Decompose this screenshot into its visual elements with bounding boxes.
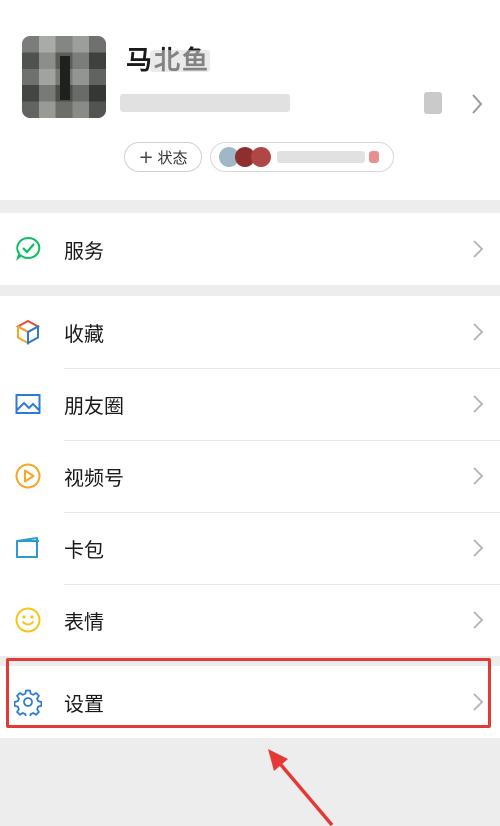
avatar-figure <box>60 56 70 100</box>
chevron-right-icon <box>473 323 484 341</box>
main-menu-section: 收藏 朋友圈 视频号 卡包 表情 <box>0 296 500 656</box>
wechat-pay-icon <box>14 235 42 263</box>
service-section: 服务 <box>0 213 500 285</box>
menu-item-label: 卡包 <box>64 537 104 562</box>
smiley-icon <box>14 606 42 634</box>
menu-item-favorites[interactable]: 收藏 <box>0 296 500 368</box>
menu-item-channels[interactable]: 视频号 <box>0 440 500 512</box>
menu-item-label: 表情 <box>64 609 104 634</box>
menu-item-stickers[interactable]: 表情 <box>0 584 500 656</box>
menu-item-service[interactable]: 服务 <box>0 213 500 285</box>
chevron-right-icon <box>473 240 484 258</box>
play-circle-icon <box>14 462 42 490</box>
menu-item-label: 收藏 <box>64 321 104 346</box>
chevron-right-icon <box>473 467 484 485</box>
wallet-icon <box>14 534 42 562</box>
menu-item-moments[interactable]: 朋友圈 <box>0 368 500 440</box>
pixelated-wechat-id <box>120 94 290 112</box>
image-icon <box>14 390 42 418</box>
avatar[interactable] <box>22 36 106 118</box>
settings-highlight-box <box>6 658 491 728</box>
menu-item-label: 视频号 <box>64 465 124 490</box>
pixelated-friend-badge <box>369 151 379 163</box>
pixelated-qr-code <box>424 92 442 114</box>
chevron-right-icon <box>473 395 484 413</box>
chevron-right-icon <box>473 539 484 557</box>
annotation-arrow-icon <box>268 749 334 826</box>
menu-item-cards[interactable]: 卡包 <box>0 512 500 584</box>
status-button-label: 状态 <box>157 148 188 167</box>
menu-item-label: 服务 <box>64 238 104 263</box>
add-status-button[interactable]: + 状态 <box>124 142 202 172</box>
chevron-right-icon[interactable] <box>470 92 484 116</box>
friends-status-pill[interactable] <box>210 142 394 172</box>
chevron-right-icon <box>473 611 484 629</box>
pixelated-nickname-blur <box>150 50 210 72</box>
friend-avatar <box>251 147 271 167</box>
profile-header[interactable]: 马北鱼 + 状态 <box>0 0 500 200</box>
cube-icon <box>14 318 42 346</box>
pixelated-friend-names <box>277 151 365 163</box>
plus-icon: + <box>138 146 154 168</box>
menu-item-label: 朋友圈 <box>64 393 124 418</box>
